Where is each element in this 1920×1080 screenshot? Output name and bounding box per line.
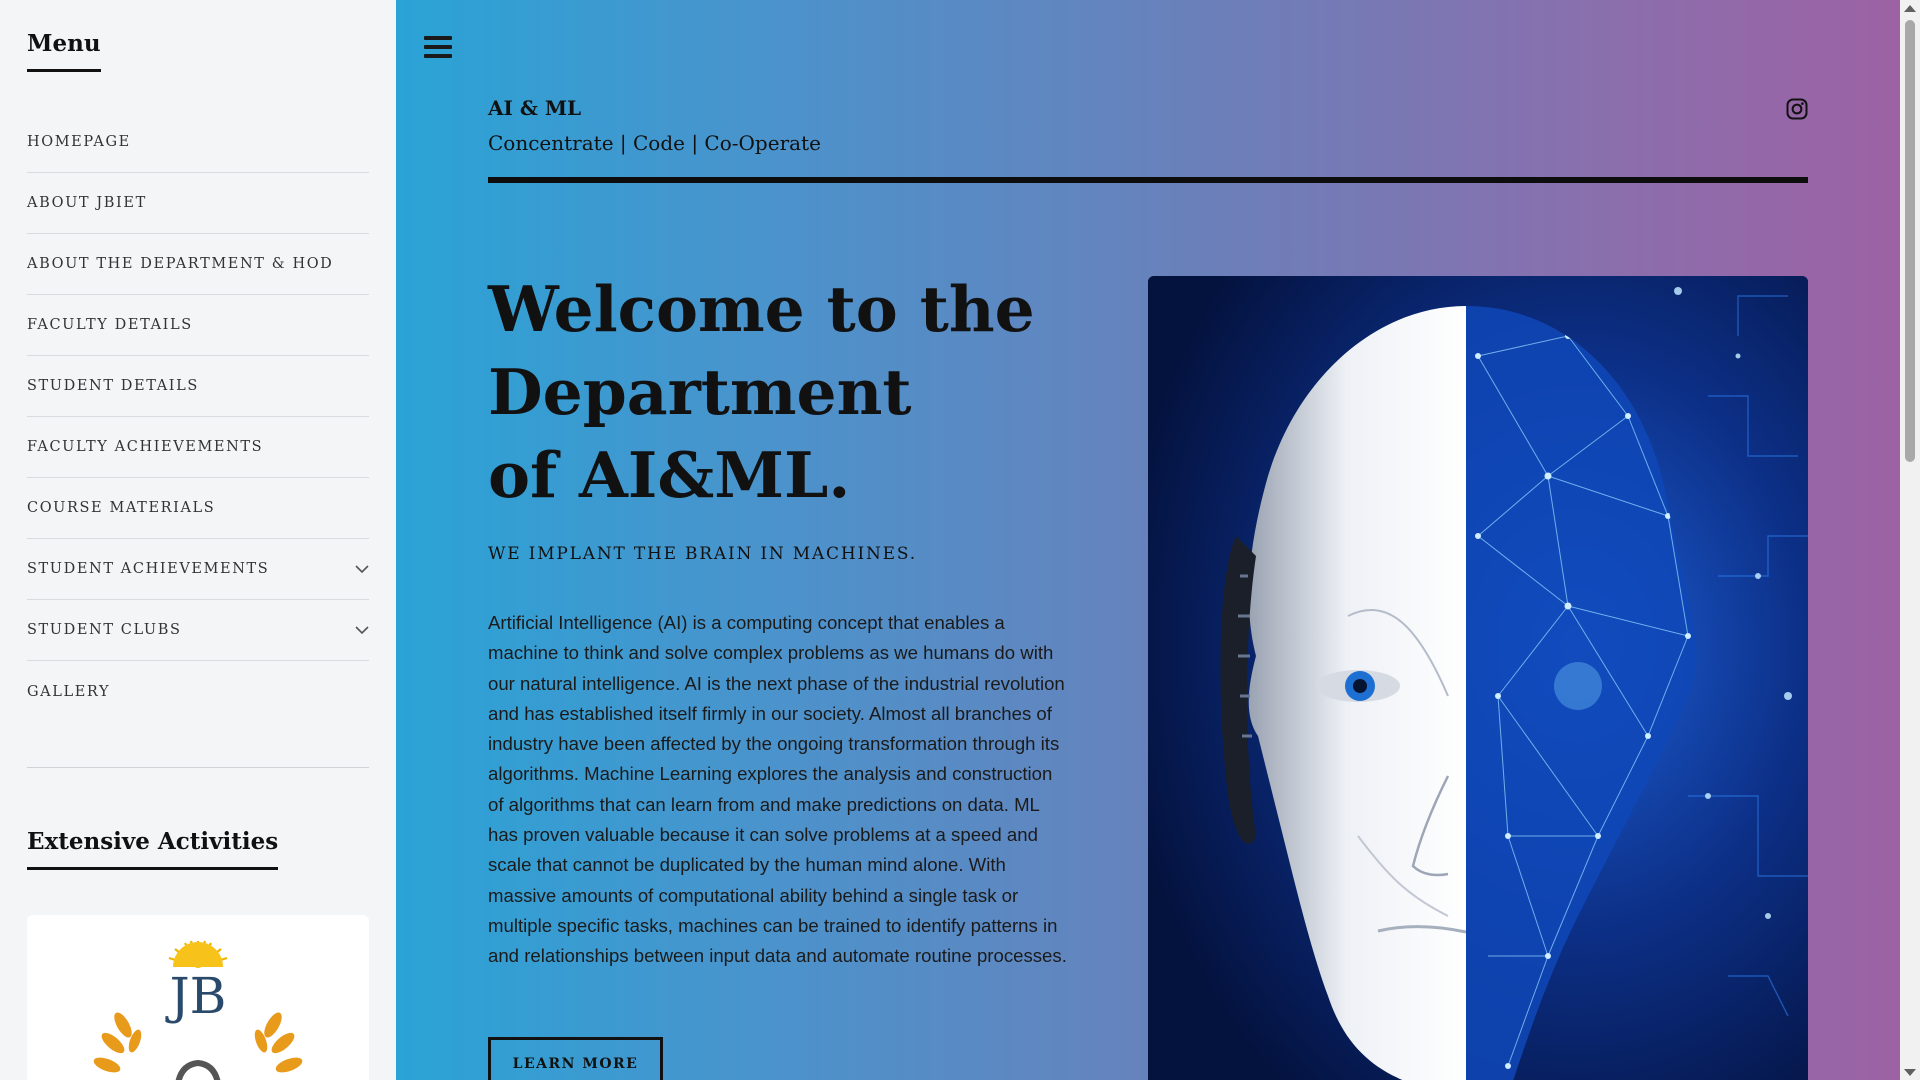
sidebar-item-label: STUDENT DETAILS (27, 378, 199, 394)
sidebar-divider (27, 767, 369, 768)
sidebar-item-homepage[interactable]: HOMEPAGE (27, 112, 369, 173)
sidebar-item-student-details[interactable]: STUDENT DETAILS (27, 356, 369, 417)
scroll-up-icon[interactable] (1904, 5, 1916, 12)
hero-heading-line: of AI&ML. (488, 438, 851, 512)
sidebar-item-label: HOMEPAGE (27, 134, 131, 150)
menu-title: Menu (27, 30, 101, 72)
chevron-down-icon[interactable] (355, 623, 369, 637)
site-title[interactable]: AI & ML (488, 96, 581, 120)
site-tagline: Concentrate | Code | Co-Operate (488, 131, 821, 155)
jb-sac-logo-icon: JB (93, 940, 303, 1080)
sidebar-item-label: GALLERY (27, 683, 111, 700)
logo-text: JB (165, 967, 227, 1025)
sidebar-item-label: FACULTY ACHIEVEMENTS (27, 439, 264, 455)
hamburger-menu-icon[interactable] (424, 36, 452, 62)
header-divider (488, 177, 1808, 183)
sidebar-item-label: COURSE MATERIALS (27, 500, 216, 516)
instagram-icon[interactable] (1786, 98, 1808, 120)
sidebar-item-label: ABOUT THE DEPARTMENT & HOD (27, 256, 334, 272)
sidebar-item-course-materials[interactable]: COURSE MATERIALS (27, 478, 369, 539)
sidebar-item-gallery[interactable]: GALLERY (27, 661, 369, 722)
hero-heading: Welcome to the Department of AI&ML. (488, 268, 1048, 517)
sidebar-item-label: ABOUT JBIET (27, 195, 147, 211)
menu-title-wrap: Menu (27, 30, 369, 72)
sidebar-item-student-clubs[interactable]: STUDENT CLUBS (27, 600, 369, 661)
sidebar-item-faculty-achievements[interactable]: FACULTY ACHIEVEMENTS (27, 417, 369, 478)
sidebar-item-about-jbiet[interactable]: ABOUT JBIET (27, 173, 369, 234)
hero-description: Artificial Intelligence (AI) is a comput… (488, 612, 1067, 967)
sidebar-item-label: STUDENT CLUBS (27, 622, 182, 638)
activities-logo-card[interactable]: JB (27, 915, 369, 1080)
chevron-down-icon[interactable] (355, 562, 369, 576)
sidebar: Menu HOMEPAGE ABOUT JBIET ABOUT THE DEPA… (0, 0, 396, 1080)
learn-more-button[interactable]: LEARN MORE (488, 1037, 663, 1080)
activities-title-wrap: Extensive Activities (27, 828, 369, 870)
hero-heading-line: Welcome to the (488, 272, 1035, 346)
scrollbar-thumb[interactable] (1905, 20, 1915, 462)
page-scrollbar[interactable] (1900, 0, 1920, 1080)
main-content: AI & ML Concentrate | Code | Co-Operate … (396, 0, 1900, 1080)
scroll-down-icon[interactable] (1904, 1069, 1916, 1076)
sidebar-item-faculty-details[interactable]: FACULTY DETAILS (27, 295, 369, 356)
sidebar-item-label: FACULTY DETAILS (27, 317, 193, 333)
ai-robot-face-image (1148, 276, 1808, 1080)
sidebar-item-about-department[interactable]: ABOUT THE DEPARTMENT & HOD (27, 234, 369, 295)
sidebar-item-student-achievements[interactable]: STUDENT ACHIEVEMENTS (27, 539, 369, 600)
sidebar-item-label: STUDENT ACHIEVEMENTS (27, 561, 270, 577)
hero-subheading: WE IMPLANT THE BRAIN IN MACHINES. (488, 544, 917, 564)
activities-title: Extensive Activities (27, 828, 279, 870)
sidebar-menu: HOMEPAGE ABOUT JBIET ABOUT THE DEPARTMEN… (27, 112, 369, 722)
hero-heading-line: Department (488, 355, 912, 429)
